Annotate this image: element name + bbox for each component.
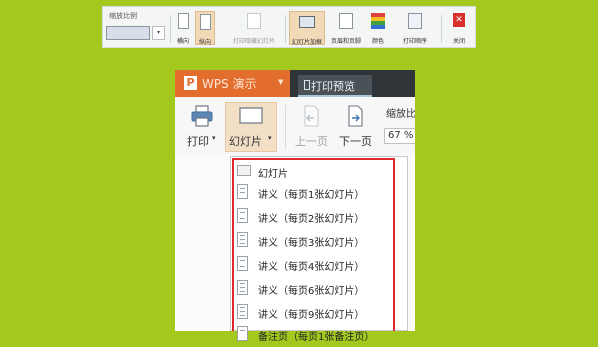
print-preview-ribbon: 打印 ▾ 幻灯片 ▾ 上一页 下一页 缩放比 67 %	[175, 97, 415, 155]
chevron-down-icon: ▾	[212, 134, 216, 142]
handout-3-icon	[237, 232, 248, 247]
menu-item-label: 讲义（每页4张幻灯片）	[258, 262, 365, 273]
menu-item-handout-1[interactable]: 讲义（每页1张幻灯片）	[233, 181, 403, 205]
app-name: WPS 演示	[202, 77, 257, 91]
handout-6-icon	[237, 280, 248, 295]
close-label: 关闭	[452, 38, 465, 45]
menu-item-handout-2[interactable]: 讲义（每页2张幻灯片）	[233, 205, 403, 229]
header-footer-icon	[339, 13, 353, 29]
menu-item-label: 备注页（每页1张备注页）	[258, 332, 375, 343]
zoom-input[interactable]	[106, 26, 150, 40]
menu-item-label: 讲义（每页3张幻灯片）	[258, 238, 365, 249]
frame-slides-button[interactable]: 幻灯片加框	[289, 11, 325, 46]
previous-page-icon	[304, 105, 319, 127]
menu-item-label: 讲义（每页9张幻灯片）	[258, 310, 365, 321]
printer-icon	[191, 105, 213, 127]
menu-item-handout-3[interactable]: 讲义（每页3张幻灯片）	[233, 229, 403, 253]
menu-item-label: 讲义（每页6张幻灯片）	[258, 286, 365, 297]
zoom-label: 缩放比	[386, 109, 415, 120]
frame-slides-label: 幻灯片加框	[291, 39, 322, 46]
landscape-icon	[200, 14, 211, 30]
previous-page-label: 上一页	[295, 135, 328, 148]
menu-item-label: 幻灯片	[258, 169, 288, 180]
print-hidden-slides-icon	[247, 13, 261, 29]
chevron-down-icon: ▼	[278, 78, 284, 86]
handout-2-icon	[237, 208, 248, 223]
close-icon: ✕	[453, 13, 465, 27]
header-footer-label: 页眉和页脚	[330, 38, 361, 45]
next-page-label: 下一页	[339, 135, 372, 148]
notes-page-icon	[237, 326, 248, 341]
menu-item-notes-page[interactable]: 备注页（每页1张备注页）	[233, 323, 403, 347]
menu-item-handout-6[interactable]: 讲义（每页6张幻灯片）	[233, 277, 403, 301]
ribbon-divider	[285, 105, 286, 149]
print-preview-toolbar: 缩放比例 ▾ 横向 纵向 打印隐藏幻灯片 幻灯片加框 页眉和页脚 颜色 打印顺序…	[102, 6, 476, 48]
menu-item-label: 讲义（每页2张幻灯片）	[258, 214, 365, 225]
print-hidden-slides-button[interactable]: 打印隐藏幻灯片	[225, 11, 283, 45]
tab-print-preview[interactable]: 打印预览	[298, 75, 372, 97]
slide-icon	[239, 107, 263, 124]
handout-9-icon	[237, 304, 248, 319]
print-content-dropdown: 幻灯片 讲义（每页1张幻灯片） 讲义（每页2张幻灯片） 讲义（每页3张幻灯片） …	[230, 156, 408, 343]
next-page-button[interactable]: 下一页	[335, 105, 377, 149]
title-bar: P WPS 演示 ▼ 打印预览	[175, 70, 415, 97]
menu-item-handout-4[interactable]: 讲义（每页4张幻灯片）	[233, 253, 403, 277]
color-button[interactable]: 颜色	[367, 11, 389, 45]
menu-item-handout-9[interactable]: 讲义（每页9张幻灯片）	[233, 301, 403, 325]
chevron-down-icon: ▾	[268, 134, 272, 142]
print-hidden-slides-label: 打印隐藏幻灯片	[232, 38, 275, 45]
print-button[interactable]: 打印 ▾	[181, 105, 217, 149]
zoom-label: 缩放比例	[109, 12, 137, 20]
previous-page-button[interactable]: 上一页	[291, 105, 331, 149]
print-content-button[interactable]: 幻灯片 ▾	[225, 102, 277, 152]
print-order-icon	[408, 13, 422, 29]
print-content-label: 幻灯片	[229, 135, 262, 148]
print-label: 打印	[187, 135, 209, 148]
menu-item-label: 讲义（每页1张幻灯片）	[258, 190, 365, 201]
landscape-button[interactable]: 纵向	[195, 11, 215, 46]
tab-print-preview-label: 打印预览	[311, 80, 355, 93]
handout-1-icon	[237, 184, 248, 199]
next-page-icon	[348, 105, 363, 127]
header-footer-button[interactable]: 页眉和页脚	[329, 11, 363, 45]
print-order-button[interactable]: 打印顺序	[397, 11, 433, 45]
color-label: 颜色	[371, 38, 384, 45]
close-preview-button[interactable]: ✕ 关闭	[448, 11, 470, 45]
print-order-label: 打印顺序	[402, 38, 427, 45]
zoom-input[interactable]: 67 %	[384, 128, 415, 144]
portrait-icon	[178, 13, 189, 29]
toolbar-divider	[441, 15, 442, 43]
landscape-label: 纵向	[198, 39, 211, 46]
zoom-dropdown-button[interactable]: ▾	[152, 26, 165, 40]
handout-4-icon	[237, 256, 248, 271]
color-icon	[371, 13, 385, 29]
slide-icon	[237, 165, 251, 176]
portrait-button[interactable]: 横向	[173, 11, 193, 45]
frame-slides-icon	[299, 16, 315, 28]
wps-logo-icon: P	[184, 76, 197, 90]
app-menu-button[interactable]: P WPS 演示 ▼	[175, 70, 290, 97]
document-icon	[304, 80, 310, 90]
